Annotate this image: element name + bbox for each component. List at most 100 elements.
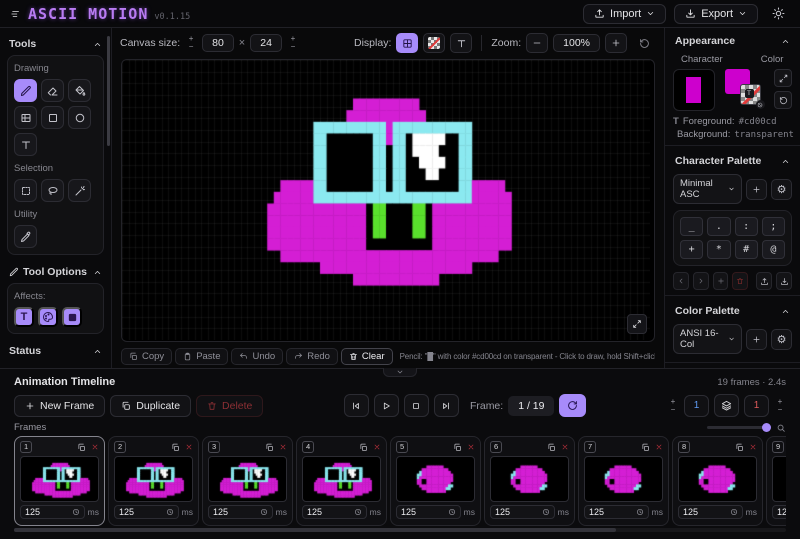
frame-card[interactable]: 4125ms: [296, 436, 387, 526]
duplicate-frame-icon[interactable]: [265, 443, 274, 452]
onion-next-stepper[interactable]: +−: [774, 398, 786, 414]
thumbnail-zoom-slider[interactable]: [707, 423, 786, 433]
slider-track[interactable]: [707, 426, 771, 429]
canvas-height-stepper[interactable]: +−: [287, 35, 299, 51]
fullscreen-button[interactable]: [627, 314, 647, 334]
status-section-header[interactable]: Status: [7, 341, 104, 362]
affects-color-toggle[interactable]: [38, 307, 58, 327]
skip-to-end-button[interactable]: [434, 394, 459, 417]
frame-duration-input[interactable]: 125: [678, 505, 743, 519]
frame-card[interactable]: 7125ms: [578, 436, 669, 526]
import-palette-button[interactable]: [776, 272, 792, 290]
frame-duration-input[interactable]: 125: [584, 505, 649, 519]
duplicate-frame-icon[interactable]: [359, 443, 368, 452]
new-frame-button[interactable]: New Frame: [14, 395, 105, 417]
frame-thumbnail[interactable]: [772, 456, 786, 502]
duplicate-frame-icon[interactable]: [735, 443, 744, 452]
frame-card[interactable]: 6125ms: [484, 436, 575, 526]
duplicate-frame-icon[interactable]: [171, 443, 180, 452]
eyedropper-tool-button[interactable]: [14, 225, 37, 248]
swap-colors-button[interactable]: [774, 69, 792, 87]
frame-duration-input[interactable]: 125: [490, 505, 555, 519]
clear-button[interactable]: Clear: [341, 348, 393, 365]
frame-thumbnail[interactable]: [678, 456, 757, 502]
frame-thumbnail[interactable]: [302, 456, 381, 502]
fill-tool-button[interactable]: [68, 79, 91, 102]
onion-prev-stepper[interactable]: +−: [667, 398, 679, 414]
palette-character-key[interactable]: *: [707, 240, 730, 259]
drawing-canvas[interactable]: [122, 60, 650, 340]
duplicate-frame-icon[interactable]: [547, 443, 556, 452]
delete-frame-icon[interactable]: [185, 443, 193, 451]
delete-frame-icon[interactable]: [561, 443, 569, 451]
appearance-header[interactable]: Appearance: [673, 33, 792, 52]
redo-button[interactable]: Redo: [286, 348, 338, 365]
palette-character-key[interactable]: #: [735, 240, 758, 259]
pattern-tool-button[interactable]: [14, 106, 37, 129]
eraser-tool-button[interactable]: [41, 79, 64, 102]
import-button[interactable]: Import: [583, 4, 666, 24]
frame-card[interactable]: 2125ms: [108, 436, 199, 526]
frame-thumbnail[interactable]: [208, 456, 287, 502]
character-preview[interactable]: [673, 69, 715, 111]
affects-background-toggle[interactable]: [62, 307, 82, 327]
stop-button[interactable]: [404, 394, 429, 417]
frame-duration-input[interactable]: 125: [772, 505, 786, 519]
character-palette-header[interactable]: Character Palette: [673, 151, 792, 172]
canvas-height-input[interactable]: 24: [250, 34, 282, 52]
display-grid-toggle[interactable]: [396, 33, 418, 53]
frame-duration-input[interactable]: 125: [208, 505, 273, 519]
sidebar-scrollbar[interactable]: [107, 36, 110, 146]
color-palette-settings-button[interactable]: ⚙: [771, 329, 792, 350]
frame-card[interactable]: 5125ms: [390, 436, 481, 526]
delete-char-button[interactable]: [732, 272, 748, 290]
export-button[interactable]: Export: [674, 4, 758, 24]
palette-character-key[interactable]: :: [735, 217, 758, 236]
text-tool-button[interactable]: [14, 133, 37, 156]
duplicate-frame-icon[interactable]: [641, 443, 650, 452]
display-transparency-toggle[interactable]: [423, 33, 445, 53]
duplicate-frame-icon[interactable]: [77, 443, 86, 452]
paste-button[interactable]: Paste: [175, 348, 228, 365]
rectangle-tool-button[interactable]: [41, 106, 64, 129]
duplicate-frame-icon[interactable]: [453, 443, 462, 452]
canvas-width-stepper[interactable]: +−: [185, 35, 197, 51]
character-palette-select[interactable]: Minimal ASC: [673, 174, 742, 204]
reset-colors-button[interactable]: [774, 91, 792, 109]
loop-button[interactable]: [559, 394, 586, 417]
frame-card[interactable]: 9125ms: [766, 436, 786, 526]
frame-card[interactable]: 8125ms: [672, 436, 763, 526]
frame-duration-input[interactable]: 125: [20, 505, 85, 519]
undo-button[interactable]: Undo: [231, 348, 283, 365]
pencil-tool-button[interactable]: [14, 79, 37, 102]
frame-card[interactable]: 1125ms: [14, 436, 105, 526]
play-button[interactable]: [374, 394, 399, 417]
delete-frame-icon[interactable]: [749, 443, 757, 451]
affects-character-toggle[interactable]: T: [14, 307, 34, 327]
timeline-collapse-handle[interactable]: [383, 368, 417, 377]
frame-duration-input[interactable]: 125: [302, 505, 367, 519]
palette-character-key[interactable]: ;: [762, 217, 785, 236]
add-color-palette-button[interactable]: [746, 329, 767, 350]
slider-thumb[interactable]: [762, 423, 771, 432]
delete-frame-icon[interactable]: [279, 443, 287, 451]
theme-toggle-button[interactable]: [766, 3, 790, 25]
ellipse-tool-button[interactable]: [68, 106, 91, 129]
delete-frame-icon[interactable]: [655, 443, 663, 451]
onion-skin-button[interactable]: [714, 394, 739, 417]
frame-card[interactable]: 3125ms: [202, 436, 293, 526]
delete-frame-icon[interactable]: [91, 443, 99, 451]
onion-prev-count[interactable]: 1: [684, 395, 709, 417]
frame-thumbnail[interactable]: [114, 456, 193, 502]
frame-thumbnail[interactable]: [20, 456, 99, 502]
magic-wand-tool-button[interactable]: [68, 179, 91, 202]
tool-options-header[interactable]: Tool Options: [7, 262, 104, 283]
zoom-reset-button[interactable]: [632, 32, 656, 54]
delete-frame-icon[interactable]: [373, 443, 381, 451]
frame-thumbnail[interactable]: [490, 456, 569, 502]
color-palette-select[interactable]: ANSI 16-Col: [673, 324, 742, 354]
copy-button[interactable]: Copy: [121, 348, 172, 365]
marquee-select-tool-button[interactable]: [14, 179, 37, 202]
onion-next-count[interactable]: 1: [744, 395, 769, 417]
duplicate-frame-button[interactable]: Duplicate: [110, 395, 191, 417]
